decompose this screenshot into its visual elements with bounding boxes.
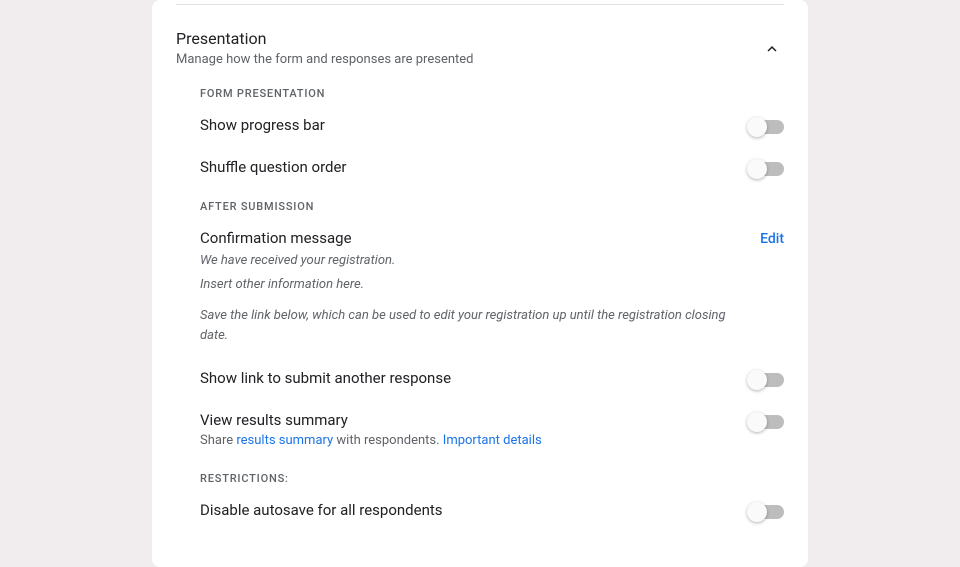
share-text-part1: Share — [200, 433, 236, 448]
category-form-presentation: FORM PRESENTATION — [200, 87, 784, 100]
confirmation-message-line1: We have received your registration. — [200, 251, 744, 271]
setting-text: Shuffle question order — [200, 158, 750, 176]
settings-card: Presentation Manage how the form and res… — [152, 0, 808, 567]
section-title: Presentation — [176, 29, 760, 48]
toggle-show-link-submit-another[interactable] — [750, 373, 784, 387]
setting-text: Confirmation message We have received yo… — [200, 229, 760, 345]
toggle-shuffle-question-order[interactable] — [750, 162, 784, 176]
setting-text: View results summary Share results summa… — [200, 411, 750, 448]
results-summary-link[interactable]: results summary — [236, 433, 333, 448]
category-restrictions: RESTRICTIONS: — [200, 472, 784, 485]
share-text-part2: with respondents. — [333, 433, 443, 448]
confirmation-message-help: Save the link below, which can be used t… — [200, 306, 744, 345]
setting-shuffle-question-order: Shuffle question order — [200, 158, 784, 176]
view-results-description: Share results summary with respondents. … — [200, 433, 734, 448]
chevron-up-icon — [763, 40, 781, 58]
setting-text: Show link to submit another response — [200, 369, 750, 387]
setting-label: Disable autosave for all respondents — [200, 501, 734, 519]
section-header-text: Presentation Manage how the form and res… — [176, 29, 760, 67]
setting-label: Show progress bar — [200, 116, 734, 134]
section-subtitle: Manage how the form and responses are pr… — [176, 52, 760, 67]
toggle-disable-autosave[interactable] — [750, 505, 784, 519]
setting-label: View results summary — [200, 411, 734, 429]
setting-show-link-submit-another: Show link to submit another response — [200, 369, 784, 387]
divider — [176, 4, 784, 5]
collapse-button[interactable] — [760, 37, 784, 61]
settings-content: FORM PRESENTATION Show progress bar Shuf… — [176, 87, 784, 519]
setting-label: Show link to submit another response — [200, 369, 734, 387]
setting-disable-autosave: Disable autosave for all respondents — [200, 501, 784, 519]
setting-label: Shuffle question order — [200, 158, 734, 176]
setting-show-progress-bar: Show progress bar — [200, 116, 784, 134]
setting-text: Disable autosave for all respondents — [200, 501, 750, 519]
setting-label: Confirmation message — [200, 229, 744, 247]
setting-confirmation-message: Confirmation message We have received yo… — [200, 229, 784, 345]
presentation-section-header: Presentation Manage how the form and res… — [176, 29, 784, 67]
category-after-submission: AFTER SUBMISSION — [200, 200, 784, 213]
setting-text: Show progress bar — [200, 116, 750, 134]
confirmation-message-line2: Insert other information here. — [200, 275, 744, 295]
toggle-show-progress-bar[interactable] — [750, 120, 784, 134]
setting-view-results-summary: View results summary Share results summa… — [200, 411, 784, 448]
edit-confirmation-button[interactable]: Edit — [760, 231, 784, 247]
toggle-view-results-summary[interactable] — [750, 415, 784, 429]
important-details-link[interactable]: Important details — [443, 433, 542, 448]
